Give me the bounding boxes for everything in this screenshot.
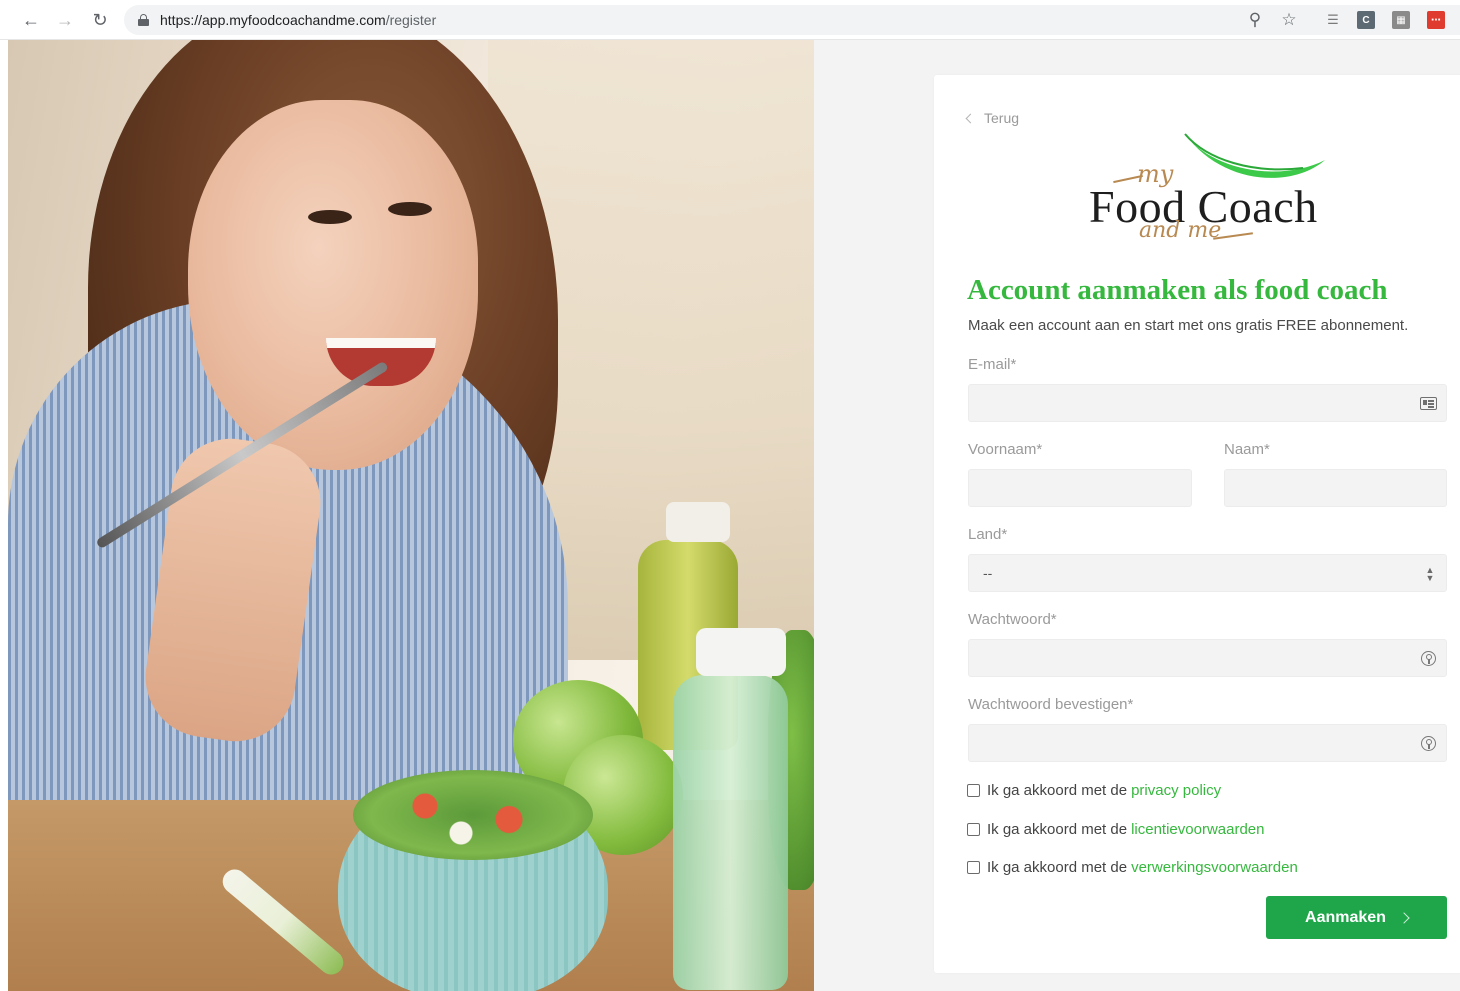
- agreement-processing-row: Ik ga akkoord met de verwerkingsvoorwaar…: [967, 859, 1298, 876]
- key-icon: [1421, 736, 1436, 751]
- license-terms-link[interactable]: licentievoorwaarden: [1131, 821, 1264, 838]
- page-subtitle: Maak een account aan en start met ons gr…: [968, 317, 1409, 334]
- country-selected-value: --: [983, 565, 993, 581]
- email-field[interactable]: [968, 384, 1447, 422]
- firstname-field[interactable]: [968, 469, 1192, 507]
- country-select[interactable]: --: [968, 554, 1447, 592]
- lock-icon: [138, 14, 149, 26]
- myfoodcoach-logo: my Food Coach and me: [1085, 130, 1335, 255]
- extension-grid-icon[interactable]: ▦: [1392, 11, 1410, 29]
- forward-arrow-icon[interactable]: →: [53, 8, 77, 32]
- license-checkbox[interactable]: [967, 823, 980, 836]
- extension-menu-icon[interactable]: ⋯: [1427, 11, 1445, 29]
- agreement-license-row: Ik ga akkoord met de licentievoorwaarden: [967, 821, 1265, 838]
- url-path: /register: [385, 12, 437, 28]
- extension-c-icon[interactable]: C: [1357, 11, 1375, 29]
- password-confirm-label: Wachtwoord bevestigen*: [968, 696, 1134, 713]
- url-domain: https://app.myfoodcoachandme.com: [160, 12, 386, 28]
- password-label: Wachtwoord*: [968, 611, 1057, 628]
- lastname-field[interactable]: [1224, 469, 1447, 507]
- back-link[interactable]: Terug: [965, 110, 1020, 126]
- agreement-privacy-row: Ik ga akkoord met de privacy policy: [967, 782, 1221, 799]
- back-label: Terug: [984, 110, 1020, 126]
- privacy-policy-link[interactable]: privacy policy: [1131, 782, 1221, 799]
- password-key-icon[interactable]: ⚲: [1244, 8, 1266, 32]
- page-title: Account aanmaken als food coach: [967, 274, 1388, 306]
- browser-toolbar: ← → ↻ https://app.myfoodcoachandme.com/r…: [0, 0, 1460, 40]
- processing-terms-link[interactable]: verwerkingsvoorwaarden: [1131, 859, 1298, 876]
- bookmark-star-icon[interactable]: ☆: [1278, 8, 1300, 32]
- contact-card-icon: [1420, 397, 1437, 410]
- submit-label: Aanmaken: [1305, 908, 1386, 926]
- create-account-button[interactable]: Aanmaken: [1266, 896, 1447, 939]
- chevron-left-icon: [965, 113, 976, 123]
- agreement-text: Ik ga akkoord met de: [987, 782, 1128, 799]
- password-field[interactable]: [968, 639, 1447, 677]
- back-arrow-icon[interactable]: ←: [19, 8, 43, 32]
- sort-arrows-icon: ▲ ▼: [1425, 565, 1435, 583]
- agreement-text: Ik ga akkoord met de: [987, 821, 1128, 838]
- password-confirm-field[interactable]: [968, 724, 1447, 762]
- agreement-text: Ik ga akkoord met de: [987, 859, 1128, 876]
- logo-and-me: and me: [1139, 218, 1222, 243]
- privacy-checkbox[interactable]: [967, 784, 980, 797]
- url-text[interactable]: https://app.myfoodcoachandme.com/registe…: [160, 12, 436, 28]
- reload-icon[interactable]: ↻: [88, 8, 112, 32]
- email-label: E-mail*: [968, 356, 1017, 373]
- extension-wifi-icon[interactable]: ☰: [1324, 11, 1342, 29]
- processing-checkbox[interactable]: [967, 861, 980, 874]
- firstname-label: Voornaam*: [968, 441, 1043, 458]
- hero-photo-woman-eating-salad: [8, 40, 814, 991]
- chevron-right-icon: [1398, 911, 1410, 924]
- key-icon: [1421, 651, 1436, 666]
- country-label: Land*: [968, 526, 1008, 543]
- lastname-label: Naam*: [1224, 441, 1270, 458]
